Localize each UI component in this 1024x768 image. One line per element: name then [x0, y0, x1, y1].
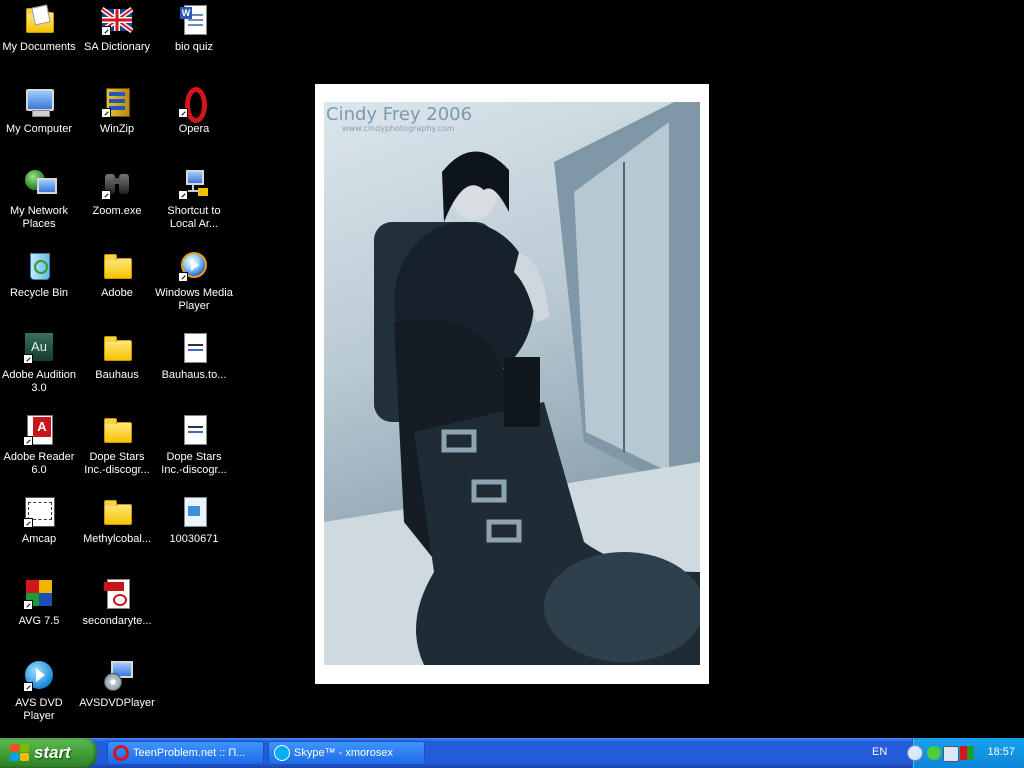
icon-label: Amcap — [21, 533, 57, 545]
taskbar: start TeenProblem.net :: П... Skype™ - x… — [0, 738, 1024, 768]
icon-label: Bauhaus — [95, 369, 139, 381]
desktop-icon-zoom[interactable]: Zoom.exe — [78, 166, 156, 218]
desktop-icon-recycle-bin[interactable]: Recycle Bin — [0, 248, 78, 300]
icon-label: WinZip — [99, 123, 135, 135]
icon-label: Shortcut to Local Ar... — [167, 205, 221, 230]
folder-icon — [101, 496, 133, 528]
start-label: start — [34, 743, 71, 762]
desktop-icon-secondaryte-pdf[interactable]: secondaryte... — [78, 576, 156, 628]
desktop-icon-opera[interactable]: Opera — [155, 84, 233, 136]
icon-label: SA Dictionary — [83, 41, 151, 53]
clock[interactable]: 18:57 — [987, 746, 1015, 758]
desktop-icon-bauhaus-folder[interactable]: Bauhaus — [78, 330, 156, 382]
desktop-icon-bio-quiz[interactable]: W bio quiz — [155, 2, 233, 54]
amcap-icon — [23, 496, 55, 528]
opera-icon — [178, 86, 210, 123]
icon-label: Opera — [178, 123, 210, 135]
desktop-icon-dope-stars-folder[interactable]: Dope Stars Inc.-discogr... — [78, 412, 156, 477]
taskbar-button-skype[interactable]: Skype™ - xmorosex — [268, 741, 425, 765]
desktop-icon-winzip[interactable]: WinZip — [78, 84, 156, 136]
desktop-icon-adobe-reader[interactable]: A Adobe Reader 6.0 — [0, 412, 78, 477]
folder-icon — [101, 250, 133, 282]
desktop-icon-sa-dictionary[interactable]: SA Dictionary — [78, 2, 156, 54]
desktop-icon-amcap[interactable]: Amcap — [0, 494, 78, 546]
recycle-bin-icon — [23, 250, 55, 282]
icon-label: AVS DVD Player — [15, 697, 63, 722]
desktop-icon-windows-media-player[interactable]: Windows Media Player — [155, 248, 233, 313]
icon-label: Zoom.exe — [92, 205, 142, 217]
icon-label: bio quiz — [175, 41, 213, 53]
language-indicator[interactable]: EN — [872, 746, 887, 758]
icon-label: Dope Stars Inc.-discogr... — [161, 451, 227, 476]
desktop-icon-adobe-audition[interactable]: Au Adobe Audition 3.0 — [0, 330, 78, 395]
folder-icon — [101, 414, 133, 446]
winzip-icon — [101, 86, 133, 118]
desktop-icon-shortcut-local-area[interactable]: Shortcut to Local Ar... — [155, 166, 233, 231]
desktop-icon-avs-dvd-setup[interactable]: AVSDVDPlayer — [78, 658, 156, 710]
network-share-icon — [178, 168, 210, 200]
avs-setup-icon — [101, 660, 133, 692]
desktop-icon-dope-stars-torrent[interactable]: Dope Stars Inc.-discogr... — [155, 412, 233, 477]
desktop-icon-avg[interactable]: AVG 7.5 — [0, 576, 78, 628]
photo-watermark-title: Cindy Frey 2006 — [326, 104, 473, 125]
taskbar-button-opera[interactable]: TeenProblem.net :: П... — [107, 741, 264, 765]
network-places-icon — [23, 168, 57, 200]
desktop-icon-my-network-places[interactable]: My Network Places — [0, 166, 78, 231]
icon-label: Recycle Bin — [9, 287, 69, 299]
uk-flag-icon — [100, 4, 134, 36]
icon-label: Dope Stars Inc.-discogr... — [84, 451, 150, 476]
torrent-file-icon — [178, 414, 210, 446]
desktop-icon-adobe-folder[interactable]: Adobe — [78, 248, 156, 300]
torrent-file-icon — [178, 332, 210, 364]
media-player-icon — [178, 250, 210, 282]
icon-label: Bauhaus.to... — [161, 369, 227, 381]
icon-label: Methylcobal... — [83, 533, 151, 545]
desktop-icon-methylcobal-folder[interactable]: Methylcobal... — [78, 494, 156, 546]
folder-icon — [101, 332, 133, 364]
skype-tray-icon[interactable] — [927, 746, 941, 760]
taskbar-button-label: TeenProblem.net :: П... — [133, 747, 246, 759]
icon-label: Windows Media Player — [155, 287, 233, 312]
opera-icon — [113, 745, 129, 761]
skype-icon — [274, 745, 290, 761]
start-button[interactable]: start — [0, 738, 97, 768]
photo-watermark-url: www.cindyphotography.com — [342, 124, 455, 133]
icon-label: My Documents — [2, 41, 76, 53]
word-document-icon: W — [178, 4, 210, 36]
desktop-icon-my-computer[interactable]: My Computer — [0, 84, 78, 136]
icon-label: AVG 7.5 — [18, 615, 60, 627]
adobe-reader-icon: A — [23, 414, 55, 446]
desktop: My Documents SA Dictionary W bio quiz My… — [0, 0, 1024, 738]
pdf-icon — [101, 578, 133, 610]
icon-label: My Computer — [5, 123, 73, 135]
show-hidden-icons-chevron-icon[interactable] — [907, 745, 923, 761]
my-documents-icon — [23, 4, 55, 36]
icon-label: My Network Places — [9, 205, 69, 230]
icon-label: secondaryte... — [82, 615, 152, 627]
icon-label: Adobe Reader 6.0 — [3, 451, 75, 476]
system-tray: 18:57 — [907, 738, 1024, 768]
desktop-icon-10030671[interactable]: 10030671 — [155, 494, 233, 546]
icon-label: 10030671 — [169, 533, 219, 545]
icon-label: Adobe Audition 3.0 — [1, 369, 76, 394]
binoculars-icon — [101, 168, 133, 200]
taskbar-button-label: Skype™ - xmorosex — [294, 747, 394, 759]
my-computer-icon — [23, 86, 55, 118]
network-tray-icon[interactable] — [943, 746, 959, 762]
desktop-icon-avs-dvd-player[interactable]: AVS DVD Player — [0, 658, 78, 723]
audition-icon: Au — [23, 332, 55, 364]
windows-logo-icon — [10, 744, 30, 762]
photo-viewer: Cindy Frey 2006 www.cindyphotography.com — [315, 84, 709, 684]
icon-label: Adobe — [101, 287, 133, 299]
desktop-icon-my-documents[interactable]: My Documents — [0, 2, 78, 54]
file-icon — [178, 496, 210, 528]
avg-icon — [23, 578, 55, 610]
avs-dvd-icon — [23, 660, 55, 692]
icon-label: AVSDVDPlayer — [79, 697, 155, 709]
desktop-icon-bauhaus-torrent[interactable]: Bauhaus.to... — [155, 330, 233, 382]
photo-image: Cindy Frey 2006 www.cindyphotography.com — [324, 102, 700, 665]
avg-tray-icon[interactable] — [960, 746, 974, 760]
